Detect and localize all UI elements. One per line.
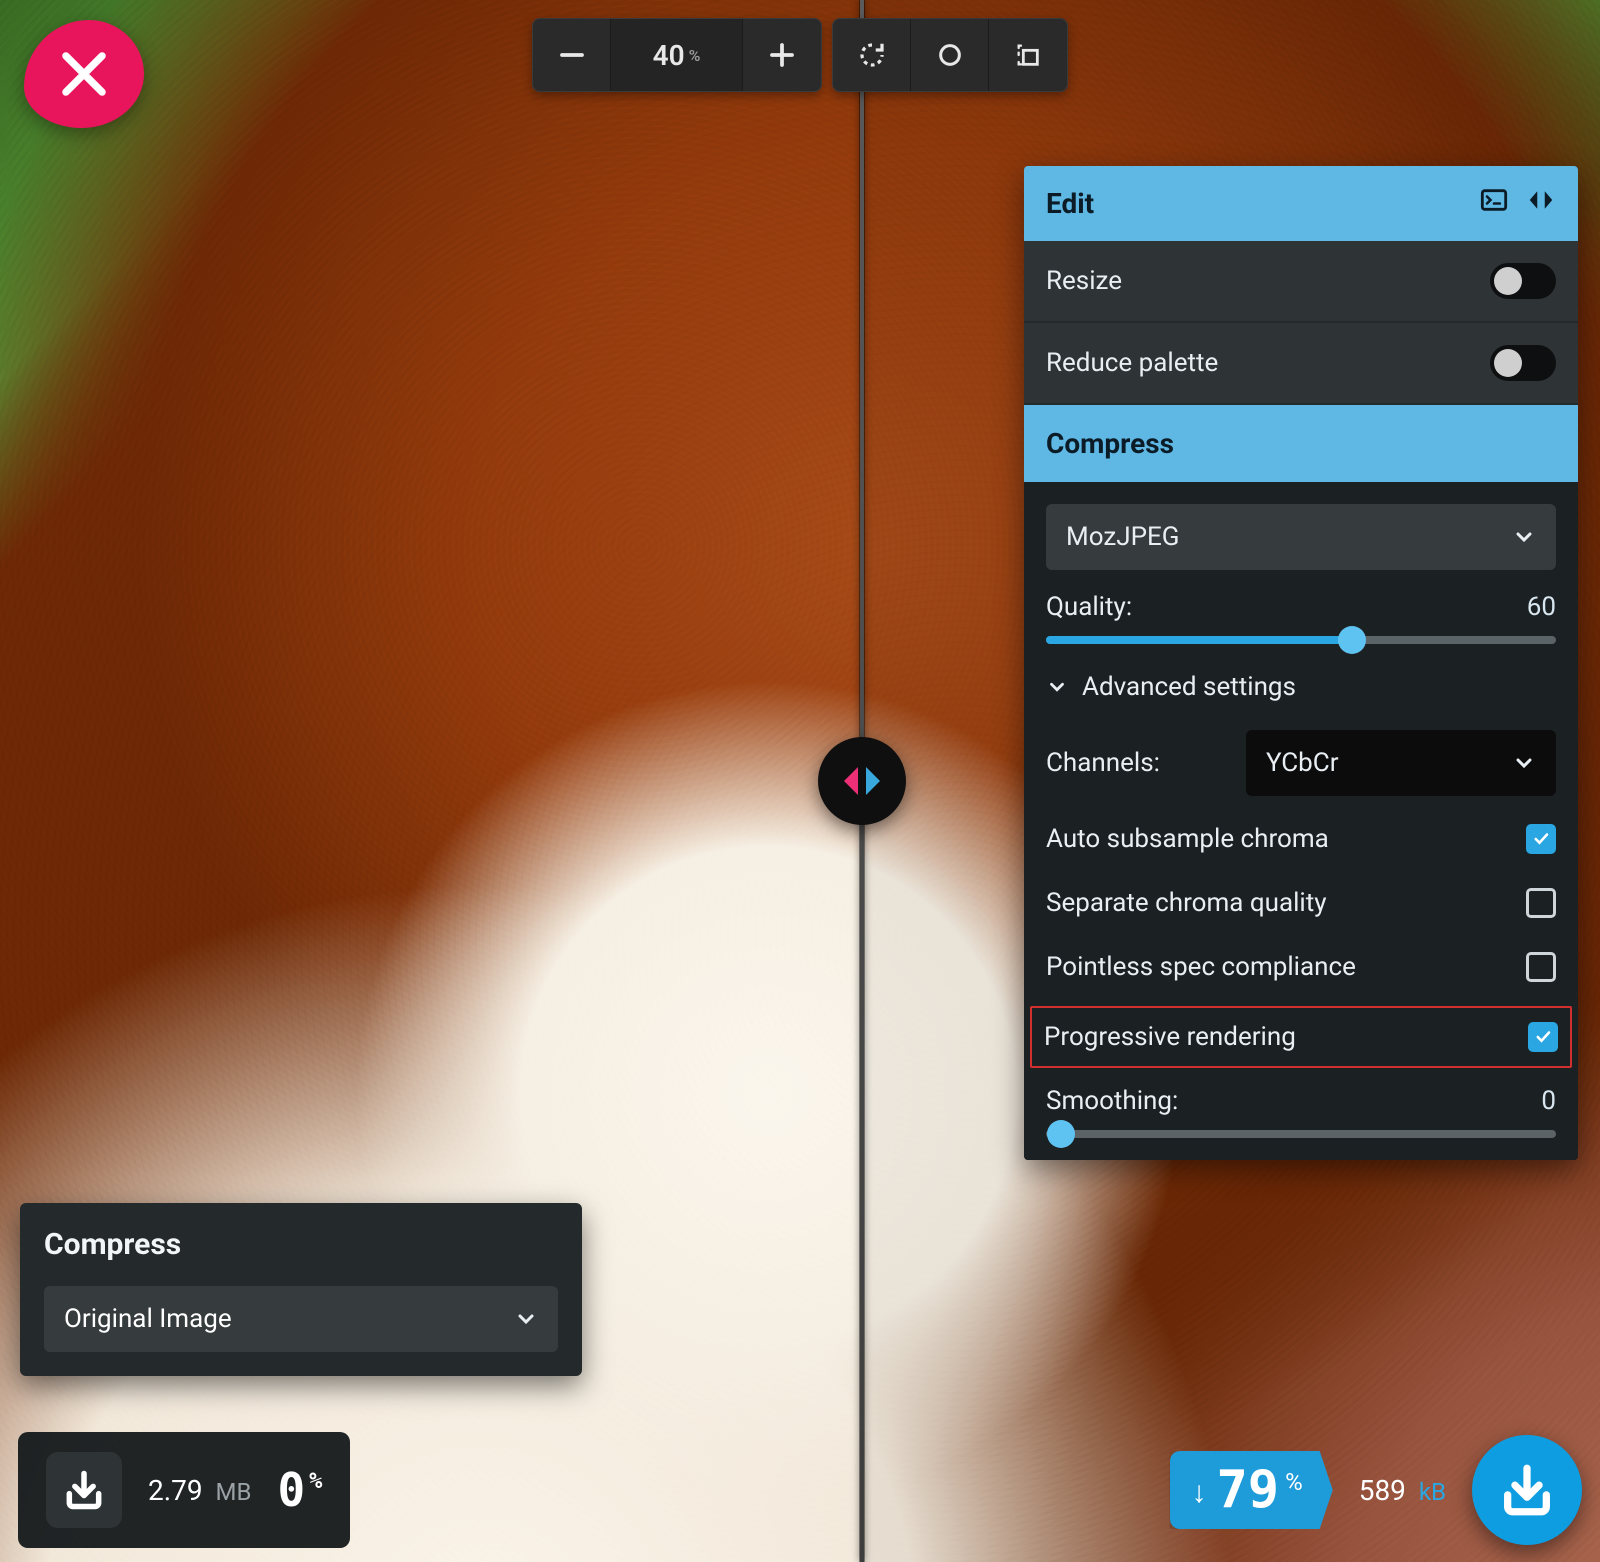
- bottom-left-bar: 2.79 MB 0 %: [18, 1432, 350, 1548]
- left-panel: Compress Original Image: [20, 1203, 582, 1376]
- right-size-num: 589: [1359, 1474, 1406, 1507]
- left-size: 2.79 MB: [148, 1474, 251, 1507]
- edit-title: Edit: [1046, 187, 1094, 220]
- savings-badge: ↓ 79 %: [1170, 1451, 1333, 1529]
- quality-label: Quality:: [1046, 592, 1132, 622]
- background-toggle-button[interactable]: [911, 19, 989, 91]
- check-progressive-rendering: Progressive rendering: [1030, 1006, 1572, 1068]
- check-spec-compliance: Pointless spec compliance: [1046, 946, 1556, 988]
- zoom-out-button[interactable]: [533, 19, 611, 91]
- channels-row: Channels: YCbCr: [1046, 730, 1556, 796]
- download-icon: [62, 1468, 106, 1512]
- savings-pct-unit: %: [1285, 1468, 1303, 1496]
- smoothing-label: Smoothing:: [1046, 1086, 1178, 1116]
- checkbox-separate-chroma[interactable]: [1526, 888, 1556, 918]
- reduce-palette-label: Reduce palette: [1046, 348, 1218, 378]
- transform-group: [832, 18, 1068, 92]
- bottom-right-bar: ↓ 79 % 589 kB: [1170, 1432, 1583, 1548]
- check-label: Progressive rendering: [1044, 1022, 1296, 1052]
- zoom-value[interactable]: 40 %: [611, 19, 743, 91]
- compress-title: Compress: [1046, 427, 1174, 460]
- reduce-palette-toggle[interactable]: [1490, 345, 1556, 381]
- left-size-num: 2.79: [148, 1474, 203, 1507]
- left-mode-select[interactable]: Original Image: [44, 1286, 558, 1352]
- quality-value[interactable]: 60: [1527, 592, 1556, 622]
- chevron-down-icon: [1046, 676, 1068, 698]
- download-left-button[interactable]: [46, 1452, 122, 1528]
- download-icon: [1498, 1461, 1556, 1519]
- rotate-button[interactable]: [833, 19, 911, 91]
- quality-slider[interactable]: [1046, 636, 1556, 644]
- right-size-unit: kB: [1419, 1478, 1446, 1506]
- zoom-in-button[interactable]: [743, 19, 821, 91]
- left-mode-value: Original Image: [64, 1304, 232, 1334]
- checkbox-spec-compliance[interactable]: [1526, 952, 1556, 982]
- chevron-down-icon: [1512, 751, 1536, 775]
- advanced-label: Advanced settings: [1082, 672, 1296, 702]
- rotate-icon: [857, 40, 887, 70]
- channels-value: YCbCr: [1266, 748, 1339, 778]
- smoothing-slider[interactable]: [1046, 1130, 1556, 1138]
- compress-body: MozJPEG Quality: 60 Advanced settings Ch…: [1024, 482, 1578, 1160]
- cli-icon[interactable]: [1480, 186, 1508, 221]
- pixel-grid-button[interactable]: [989, 19, 1067, 91]
- edit-header: Edit: [1024, 166, 1578, 241]
- checkbox-auto-subsample[interactable]: [1526, 824, 1556, 854]
- right-size: 589 kB: [1359, 1474, 1446, 1507]
- zoom-value-number: 40: [653, 39, 685, 72]
- encoder-select[interactable]: MozJPEG: [1046, 504, 1556, 570]
- left-pct-unit: %: [309, 1469, 322, 1494]
- close-icon: [55, 45, 113, 103]
- check-auto-subsample: Auto subsample chroma: [1046, 818, 1556, 860]
- chevron-down-icon: [514, 1307, 538, 1331]
- checkbox-progressive-rendering[interactable]: [1528, 1022, 1558, 1052]
- resize-row: Resize: [1024, 241, 1578, 321]
- check-label: Separate chroma quality: [1046, 888, 1327, 918]
- circle-icon: [936, 41, 964, 69]
- resize-label: Resize: [1046, 266, 1122, 296]
- download-right-button[interactable]: [1472, 1435, 1582, 1545]
- zoom-group: 40 %: [532, 18, 822, 92]
- channels-select[interactable]: YCbCr: [1246, 730, 1556, 796]
- reduce-palette-row: Reduce palette: [1024, 323, 1578, 403]
- zoom-toolbar: 40 %: [532, 18, 1068, 92]
- bounding-box-icon: [1014, 41, 1042, 69]
- check-separate-chroma: Separate chroma quality: [1046, 882, 1556, 924]
- channels-label: Channels:: [1046, 748, 1160, 778]
- left-pct: 0 %: [277, 1463, 322, 1517]
- smoothing-value[interactable]: 0: [1541, 1086, 1556, 1116]
- zoom-value-unit: %: [689, 46, 701, 65]
- chevron-down-icon: [1512, 525, 1536, 549]
- resize-toggle[interactable]: [1490, 263, 1556, 299]
- down-arrow-icon: ↓: [1192, 1475, 1207, 1510]
- copy-settings-icon[interactable]: [1526, 187, 1556, 220]
- left-pct-num: 0: [277, 1463, 305, 1517]
- savings-pct-num: 79: [1217, 1460, 1280, 1520]
- advanced-toggle[interactable]: Advanced settings: [1046, 666, 1556, 708]
- encoder-value: MozJPEG: [1066, 522, 1179, 552]
- left-compress-title: Compress: [20, 1203, 582, 1286]
- check-label: Auto subsample chroma: [1046, 824, 1329, 854]
- right-panel: Edit Resize Reduce palette Compress Mo: [1024, 166, 1578, 1160]
- compress-header: Compress: [1024, 405, 1578, 482]
- check-label: Pointless spec compliance: [1046, 952, 1356, 982]
- minus-icon: [557, 40, 587, 70]
- plus-icon: [767, 40, 797, 70]
- left-size-unit: MB: [216, 1478, 252, 1506]
- compare-handle[interactable]: [818, 737, 906, 825]
